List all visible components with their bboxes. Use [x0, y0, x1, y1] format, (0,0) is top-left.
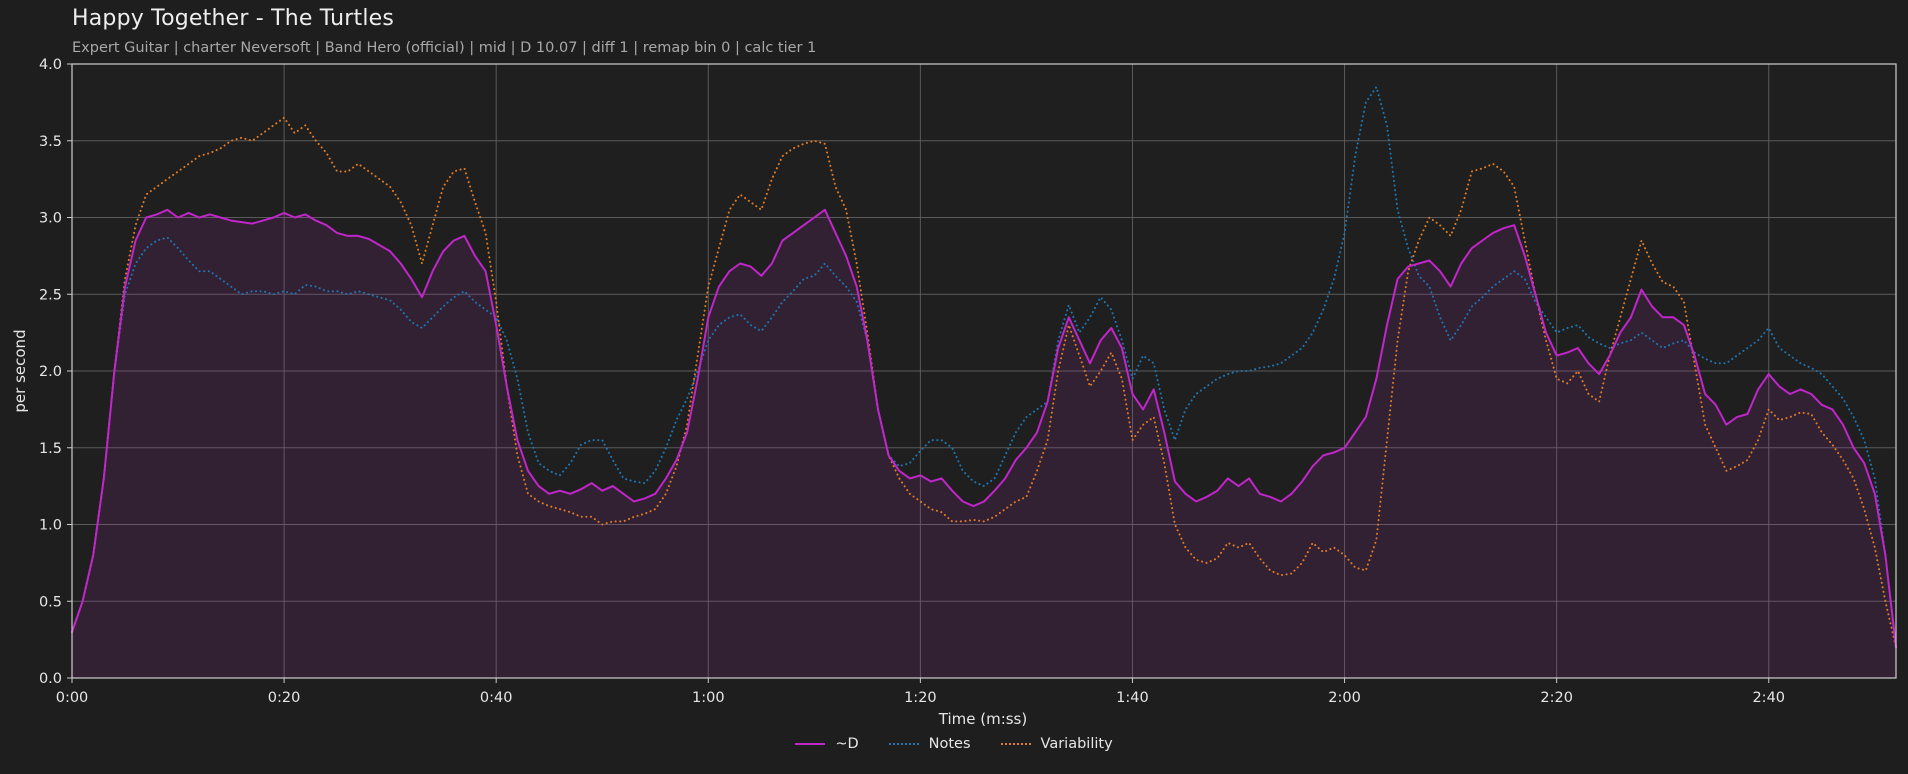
x-tick-label: 1:40: [1116, 690, 1149, 706]
x-axis-label: Time (m:ss): [938, 710, 1027, 728]
y-tick-label: 4.0: [39, 57, 62, 73]
legend-item: ~D: [795, 736, 859, 752]
legend-swatch: [795, 743, 826, 745]
y-tick-label: 1.5: [39, 441, 62, 457]
chart-area: 0:00 0:20 0:40 1:00 1:20 1:40 2:00 2:20 2:40 0.0 0…: [11, 57, 1897, 728]
legend-swatch: [1000, 743, 1031, 745]
y-axis-label: per second: [11, 329, 29, 412]
y-tick-label: 0.5: [39, 594, 62, 610]
y-tick-label: 0.0: [39, 671, 62, 687]
x-tick-label: 2:40: [1752, 690, 1785, 706]
x-tick-label: 0:20: [268, 690, 301, 706]
legend-label: Variability: [1040, 736, 1113, 752]
y-tick-label: 3.0: [39, 211, 62, 227]
legend-swatch: [888, 743, 919, 745]
x-tick-label: 1:00: [692, 690, 725, 706]
legend-label: ~D: [835, 736, 859, 752]
x-tick-label: 0:00: [56, 690, 89, 706]
legend-item: Variability: [1000, 736, 1113, 752]
y-tick-label: 2.5: [39, 287, 62, 303]
x-tick-label: 0:40: [480, 690, 513, 706]
legend-item: Notes: [888, 736, 971, 752]
x-tick-label: 2:20: [1540, 690, 1573, 706]
y-tick-label: 2.0: [39, 364, 62, 380]
x-tick-label: 1:20: [904, 690, 937, 706]
x-tick-label: 2:00: [1328, 690, 1361, 706]
y-tick-label: 3.5: [39, 134, 62, 150]
legend-label: Notes: [928, 736, 971, 752]
y-tick-label: 1.0: [39, 518, 62, 534]
chart-legend: ~D Notes Variability: [0, 736, 1908, 752]
